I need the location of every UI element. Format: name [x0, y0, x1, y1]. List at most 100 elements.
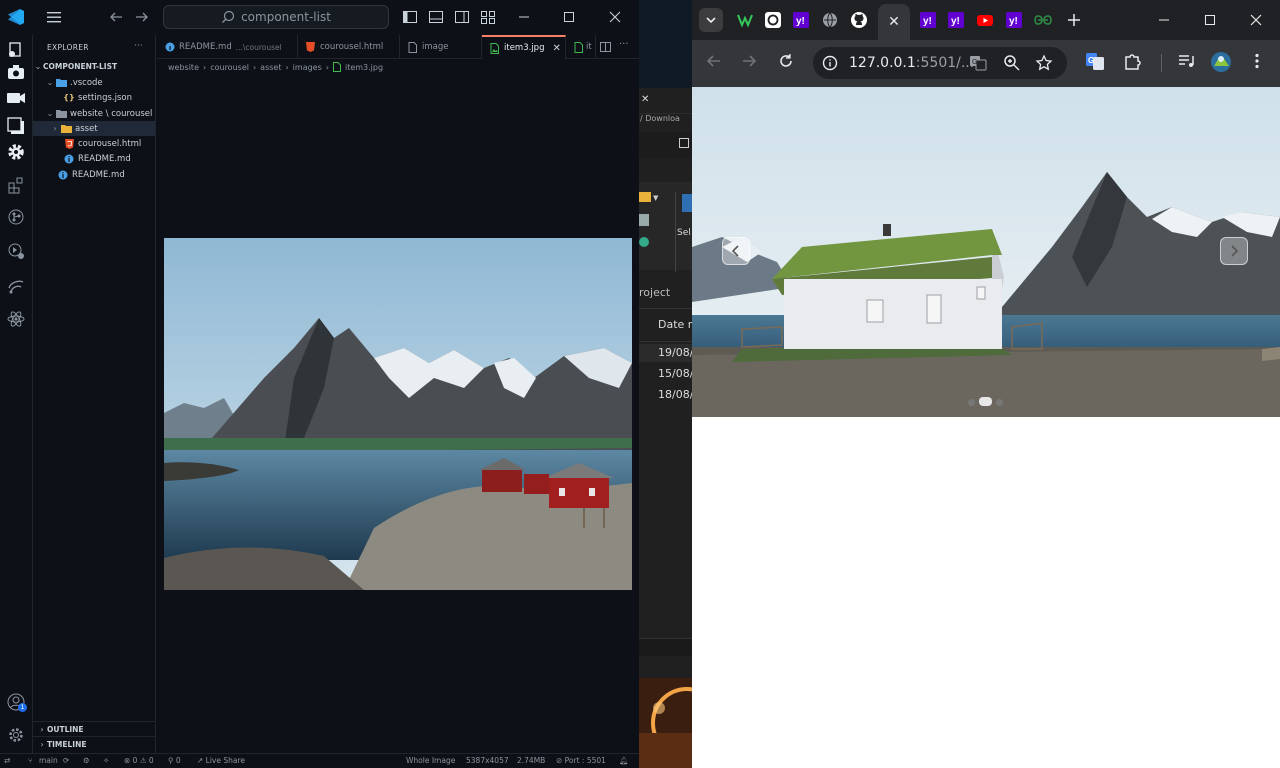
outline-section[interactable]: › OUTLINE: [33, 721, 155, 736]
new-tab-icon[interactable]: [1062, 8, 1086, 32]
tab-close-icon[interactable]: ✕: [552, 43, 560, 54]
close-icon[interactable]: ✕: [641, 94, 649, 105]
select-icon[interactable]: [682, 194, 692, 212]
back-arrow-icon[interactable]: [108, 9, 124, 25]
folder-icon[interactable]: [639, 192, 651, 202]
breadcrumb-item[interactable]: images: [293, 63, 322, 72]
toggle-sidebar-icon[interactable]: [402, 9, 418, 25]
tab-chatgpt[interactable]: [761, 8, 785, 32]
customize-layout-icon[interactable]: [480, 9, 496, 25]
problems-count[interactable]: ⊗ 0 ⚠ 0: [124, 756, 154, 765]
tab-yahoo-3[interactable]: y!: [944, 8, 968, 32]
carousel-prev-button[interactable]: [722, 237, 750, 265]
tab-yahoo-2[interactable]: y!: [916, 8, 940, 32]
forward-arrow-icon[interactable]: [134, 9, 150, 25]
split-editor-icon[interactable]: [600, 41, 612, 53]
live-icon[interactable]: ✧: [103, 756, 109, 765]
site-info-icon[interactable]: [822, 55, 838, 71]
file-icon[interactable]: [639, 214, 649, 226]
translate-icon[interactable]: G: [969, 54, 987, 72]
file-row[interactable]: 19/08/: [639, 344, 692, 362]
more-actions-icon[interactable]: ···: [134, 41, 143, 51]
minimize-icon[interactable]: [516, 9, 532, 25]
tree-item-vscode-folder[interactable]: ⌄ .vscode: [33, 75, 155, 90]
tree-item-website-folder[interactable]: ⌄ website \ courousel: [33, 106, 155, 121]
column-header[interactable]: Date m: [639, 308, 692, 342]
zoom-status[interactable]: Whole Image: [406, 756, 455, 765]
tab-courousel-html[interactable]: courousel.html: [298, 35, 400, 59]
tab-item3-jpg[interactable]: item3.jpg ✕: [482, 35, 566, 59]
explorer-icon[interactable]: [5, 39, 27, 61]
reload-icon[interactable]: [777, 52, 795, 70]
minimize-icon[interactable]: [1152, 8, 1176, 32]
tree-item-asset-folder[interactable]: › asset: [33, 121, 155, 136]
breadcrumb-item[interactable]: asset: [260, 63, 281, 72]
tree-item-root-readme[interactable]: README.md: [33, 167, 155, 182]
accounts-icon[interactable]: 1: [5, 691, 27, 713]
extensions-icon[interactable]: [5, 174, 27, 196]
tab-github[interactable]: [847, 8, 871, 32]
gear-icon[interactable]: [5, 141, 27, 163]
zoom-icon[interactable]: [1003, 54, 1021, 72]
extensions-puzzle-icon[interactable]: [1123, 52, 1141, 70]
date-modified-header[interactable]: Date m: [658, 318, 692, 331]
maximize-icon[interactable]: [1198, 8, 1222, 32]
sync-icon[interactable]: ⟳: [63, 756, 69, 765]
carousel-next-button[interactable]: [1220, 237, 1248, 265]
tree-item-courousel-html[interactable]: courousel.html: [33, 136, 155, 151]
google-translate-extension-icon[interactable]: G: [1086, 52, 1104, 70]
react-icon[interactable]: [5, 308, 27, 330]
copy-windows-icon[interactable]: [5, 115, 27, 137]
address-bar[interactable]: / Downloa: [639, 114, 692, 130]
bell-icon[interactable]: 🔔︎: [619, 756, 629, 765]
tree-item-readme[interactable]: README.md: [33, 151, 155, 166]
tab-yahoo-4[interactable]: y!: [1002, 8, 1026, 32]
breadcrumb-item[interactable]: item3.jpg: [345, 63, 383, 72]
tab-readme[interactable]: README.md ...\courousel: [157, 35, 298, 59]
chrome-menu-icon[interactable]: [1248, 52, 1266, 70]
tab-yahoo[interactable]: y!: [789, 8, 813, 32]
tab-search-dropdown-icon[interactable]: [699, 8, 723, 32]
file-row[interactable]: 18/08/: [639, 386, 692, 404]
select-label[interactable]: Sel: [677, 228, 691, 238]
dropdown-arrow-icon[interactable]: ▼: [653, 194, 658, 202]
tab-close-icon[interactable]: ✕: [888, 14, 900, 30]
remote-explorer-icon[interactable]: [5, 275, 27, 297]
carousel-dot[interactable]: [996, 399, 1003, 406]
media-control-icon[interactable]: [1177, 52, 1195, 70]
tab-overflow[interactable]: it: [566, 35, 596, 59]
toggle-secondary-sidebar-icon[interactable]: [454, 9, 470, 25]
carousel-dot-active[interactable]: [979, 397, 992, 406]
tab-vercel[interactable]: [733, 8, 757, 32]
timeline-section[interactable]: › TIMELINE: [33, 736, 155, 751]
tab-youtube[interactable]: [973, 8, 997, 32]
bookmark-star-icon[interactable]: [1035, 54, 1053, 72]
file-row[interactable]: 15/08/: [639, 365, 692, 383]
profile-avatar[interactable]: [1211, 52, 1231, 72]
address-bar[interactable]: 127.0.0.1:5501/... G: [813, 47, 1067, 79]
menu-icon[interactable]: [46, 9, 62, 25]
carousel-dot[interactable]: [968, 399, 975, 406]
maximize-icon[interactable]: [561, 9, 577, 25]
run-debug-icon[interactable]: [5, 240, 27, 262]
forward-arrow-icon[interactable]: [740, 52, 758, 70]
toggle-panel-icon[interactable]: [428, 9, 444, 25]
source-control-icon[interactable]: [5, 206, 27, 228]
port-status[interactable]: ⊘ Port : 5501: [556, 756, 606, 765]
tree-item-settings-json[interactable]: {} settings.json: [33, 90, 155, 105]
tab-geeksforgeeks[interactable]: [1031, 8, 1055, 32]
branch-name[interactable]: main: [39, 756, 58, 765]
manage-gear-icon[interactable]: [5, 724, 27, 746]
camera-icon[interactable]: [5, 61, 27, 83]
debug-icon[interactable]: ⚙: [83, 756, 90, 765]
new-item-icon[interactable]: [679, 138, 689, 148]
back-arrow-icon[interactable]: [705, 52, 723, 70]
command-search-input[interactable]: component-list: [163, 5, 389, 29]
video-icon[interactable]: [5, 87, 27, 109]
remote-icon[interactable]: ⇄: [4, 756, 10, 765]
ports-count[interactable]: ⚲ 0: [168, 756, 181, 765]
live-share-button[interactable]: ↗ Live Share: [197, 756, 245, 765]
close-window-icon[interactable]: [1244, 8, 1268, 32]
breadcrumb-item[interactable]: website: [168, 63, 199, 72]
breadcrumb-item[interactable]: courousel: [210, 63, 249, 72]
